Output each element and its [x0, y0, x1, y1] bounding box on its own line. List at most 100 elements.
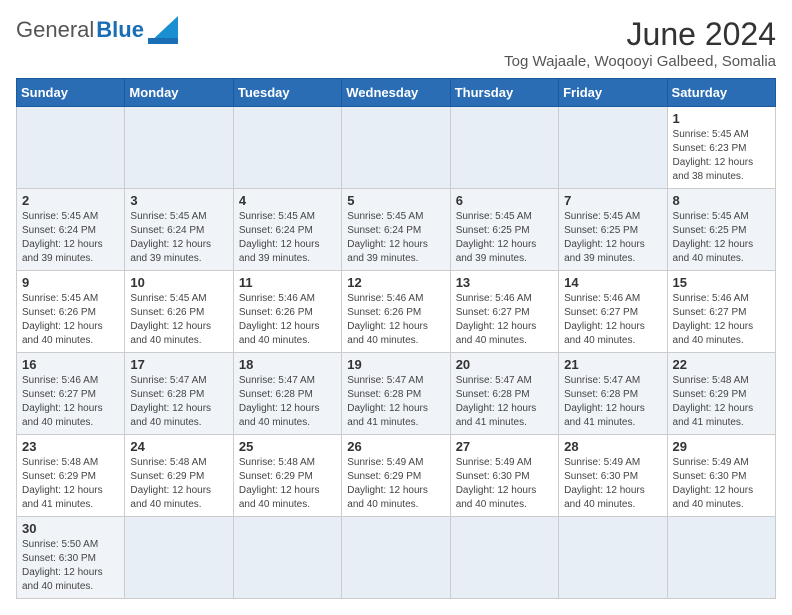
calendar-cell: 22 Sunrise: 5:48 AM Sunset: 6:29 PM Dayli…: [667, 353, 775, 435]
day-number: 20: [456, 357, 553, 372]
day-number: 10: [130, 275, 227, 290]
day-number: 13: [456, 275, 553, 290]
calendar-body: 1 Sunrise: 5:45 AM Sunset: 6:23 PM Daylig…: [17, 107, 776, 599]
calendar-cell: 27Sunrise: 5:49 AM Sunset: 6:30 PM Dayli…: [450, 435, 558, 517]
day-info: Sunrise: 5:45 AM Sunset: 6:26 PM Dayligh…: [22, 292, 119, 348]
logo-icon: [148, 16, 178, 44]
day-info: Sunrise: 5:47 AM Sunset: 6:28 PM Dayligh…: [239, 374, 336, 430]
day-number: 24: [130, 439, 227, 454]
day-number: 11: [239, 275, 336, 290]
day-number: 29: [673, 439, 770, 454]
day-info: Sunrise: 5:49 AM Sunset: 6:30 PM Dayligh…: [564, 456, 661, 512]
day-info: Sunrise: 5:45 AM Sunset: 6:23 PM Dayligh…: [673, 128, 770, 184]
calendar-week-2: 2 Sunrise: 5:45 AM Sunset: 6:24 PM Daylig…: [17, 189, 776, 271]
calendar-cell: 17Sunrise: 5:47 AM Sunset: 6:28 PM Dayli…: [125, 353, 233, 435]
day-number: 23: [22, 439, 119, 454]
day-number: 22: [673, 357, 770, 372]
day-info: Sunrise: 5:48 AM Sunset: 6:29 PM Dayligh…: [130, 456, 227, 512]
day-number: 28: [564, 439, 661, 454]
day-header-wednesday: Wednesday: [342, 79, 450, 107]
day-number: 7: [564, 193, 661, 208]
calendar-cell: 3Sunrise: 5:45 AM Sunset: 6:24 PM Daylig…: [125, 189, 233, 271]
calendar-cell: 2Sunrise: 5:45 AM Sunset: 6:24 PM Daylig…: [17, 189, 125, 271]
calendar-cell: [233, 517, 341, 599]
calendar-cell: [667, 517, 775, 599]
calendar-cell: 15 Sunrise: 5:46 AM Sunset: 6:27 PM Dayli…: [667, 271, 775, 353]
calendar-week-6: 30Sunrise: 5:50 AM Sunset: 6:30 PM Dayli…: [17, 517, 776, 599]
calendar-cell: 9 Sunrise: 5:45 AM Sunset: 6:26 PM Daylig…: [17, 271, 125, 353]
calendar-cell: 20Sunrise: 5:47 AM Sunset: 6:28 PM Dayli…: [450, 353, 558, 435]
calendar-cell: [342, 107, 450, 189]
calendar-cell: 18 Sunrise: 5:47 AM Sunset: 6:28 PM Dayli…: [233, 353, 341, 435]
day-info: Sunrise: 5:46 AM Sunset: 6:26 PM Dayligh…: [347, 292, 444, 348]
page-title: June 2024: [504, 16, 776, 53]
calendar-week-4: 16 Sunrise: 5:46 AM Sunset: 6:27 PM Dayli…: [17, 353, 776, 435]
day-number: 16: [22, 357, 119, 372]
day-info: Sunrise: 5:49 AM Sunset: 6:30 PM Dayligh…: [673, 456, 770, 512]
calendar-cell: 19Sunrise: 5:47 AM Sunset: 6:28 PM Dayli…: [342, 353, 450, 435]
day-number: 15: [673, 275, 770, 290]
day-number: 26: [347, 439, 444, 454]
calendar-cell: 8 Sunrise: 5:45 AM Sunset: 6:25 PM Daylig…: [667, 189, 775, 271]
calendar-cell: 16 Sunrise: 5:46 AM Sunset: 6:27 PM Dayli…: [17, 353, 125, 435]
day-number: 5: [347, 193, 444, 208]
calendar-week-1: 1 Sunrise: 5:45 AM Sunset: 6:23 PM Daylig…: [17, 107, 776, 189]
day-number: 3: [130, 193, 227, 208]
calendar-header: SundayMondayTuesdayWednesdayThursdayFrid…: [17, 79, 776, 107]
calendar-cell: 26 Sunrise: 5:49 AM Sunset: 6:29 PM Dayli…: [342, 435, 450, 517]
day-info: Sunrise: 5:45 AM Sunset: 6:25 PM Dayligh…: [673, 210, 770, 266]
day-info: Sunrise: 5:45 AM Sunset: 6:25 PM Dayligh…: [564, 210, 661, 266]
calendar-cell: 30Sunrise: 5:50 AM Sunset: 6:30 PM Dayli…: [17, 517, 125, 599]
calendar-cell: 13 Sunrise: 5:46 AM Sunset: 6:27 PM Dayli…: [450, 271, 558, 353]
calendar-cell: [125, 107, 233, 189]
calendar-cell: 25Sunrise: 5:48 AM Sunset: 6:29 PM Dayli…: [233, 435, 341, 517]
calendar-cell: 4 Sunrise: 5:45 AM Sunset: 6:24 PM Daylig…: [233, 189, 341, 271]
calendar-table: SundayMondayTuesdayWednesdayThursdayFrid…: [16, 78, 776, 599]
calendar-cell: [450, 517, 558, 599]
calendar-cell: [17, 107, 125, 189]
day-info: Sunrise: 5:45 AM Sunset: 6:24 PM Dayligh…: [239, 210, 336, 266]
calendar-cell: 7 Sunrise: 5:45 AM Sunset: 6:25 PM Daylig…: [559, 189, 667, 271]
page-subtitle: Tog Wajaale, Woqooyi Galbeed, Somalia: [504, 53, 776, 70]
calendar-cell: 12Sunrise: 5:46 AM Sunset: 6:26 PM Dayli…: [342, 271, 450, 353]
day-info: Sunrise: 5:46 AM Sunset: 6:27 PM Dayligh…: [456, 292, 553, 348]
day-info: Sunrise: 5:46 AM Sunset: 6:26 PM Dayligh…: [239, 292, 336, 348]
calendar-week-3: 9 Sunrise: 5:45 AM Sunset: 6:26 PM Daylig…: [17, 271, 776, 353]
calendar-cell: [125, 517, 233, 599]
calendar-cell: 1 Sunrise: 5:45 AM Sunset: 6:23 PM Daylig…: [667, 107, 775, 189]
day-info: Sunrise: 5:45 AM Sunset: 6:25 PM Dayligh…: [456, 210, 553, 266]
day-number: 1: [673, 111, 770, 126]
day-number: 4: [239, 193, 336, 208]
day-info: Sunrise: 5:47 AM Sunset: 6:28 PM Dayligh…: [347, 374, 444, 430]
day-header-sunday: Sunday: [17, 79, 125, 107]
calendar-cell: 24 Sunrise: 5:48 AM Sunset: 6:29 PM Dayli…: [125, 435, 233, 517]
calendar-cell: 23 Sunrise: 5:48 AM Sunset: 6:29 PM Dayli…: [17, 435, 125, 517]
day-number: 14: [564, 275, 661, 290]
day-header-monday: Monday: [125, 79, 233, 107]
calendar-cell: 21Sunrise: 5:47 AM Sunset: 6:28 PM Dayli…: [559, 353, 667, 435]
day-info: Sunrise: 5:46 AM Sunset: 6:27 PM Dayligh…: [22, 374, 119, 430]
day-number: 21: [564, 357, 661, 372]
day-number: 18: [239, 357, 336, 372]
calendar-cell: [559, 517, 667, 599]
calendar-cell: [559, 107, 667, 189]
day-header-thursday: Thursday: [450, 79, 558, 107]
day-info: Sunrise: 5:49 AM Sunset: 6:30 PM Dayligh…: [456, 456, 553, 512]
calendar-cell: 14Sunrise: 5:46 AM Sunset: 6:27 PM Dayli…: [559, 271, 667, 353]
day-header-saturday: Saturday: [667, 79, 775, 107]
day-info: Sunrise: 5:48 AM Sunset: 6:29 PM Dayligh…: [22, 456, 119, 512]
header-row: SundayMondayTuesdayWednesdayThursdayFrid…: [17, 79, 776, 107]
page-header: General Blue June 2024 Tog Wajaale, Woqo…: [16, 16, 776, 70]
calendar-week-5: 23 Sunrise: 5:48 AM Sunset: 6:29 PM Dayli…: [17, 435, 776, 517]
day-info: Sunrise: 5:47 AM Sunset: 6:28 PM Dayligh…: [130, 374, 227, 430]
day-number: 2: [22, 193, 119, 208]
day-info: Sunrise: 5:46 AM Sunset: 6:27 PM Dayligh…: [673, 292, 770, 348]
calendar-cell: 28 Sunrise: 5:49 AM Sunset: 6:30 PM Dayli…: [559, 435, 667, 517]
day-number: 9: [22, 275, 119, 290]
day-number: 25: [239, 439, 336, 454]
day-info: Sunrise: 5:48 AM Sunset: 6:29 PM Dayligh…: [673, 374, 770, 430]
calendar-cell: 5 Sunrise: 5:45 AM Sunset: 6:24 PM Daylig…: [342, 189, 450, 271]
day-number: 8: [673, 193, 770, 208]
day-info: Sunrise: 5:49 AM Sunset: 6:29 PM Dayligh…: [347, 456, 444, 512]
day-info: Sunrise: 5:45 AM Sunset: 6:24 PM Dayligh…: [347, 210, 444, 266]
